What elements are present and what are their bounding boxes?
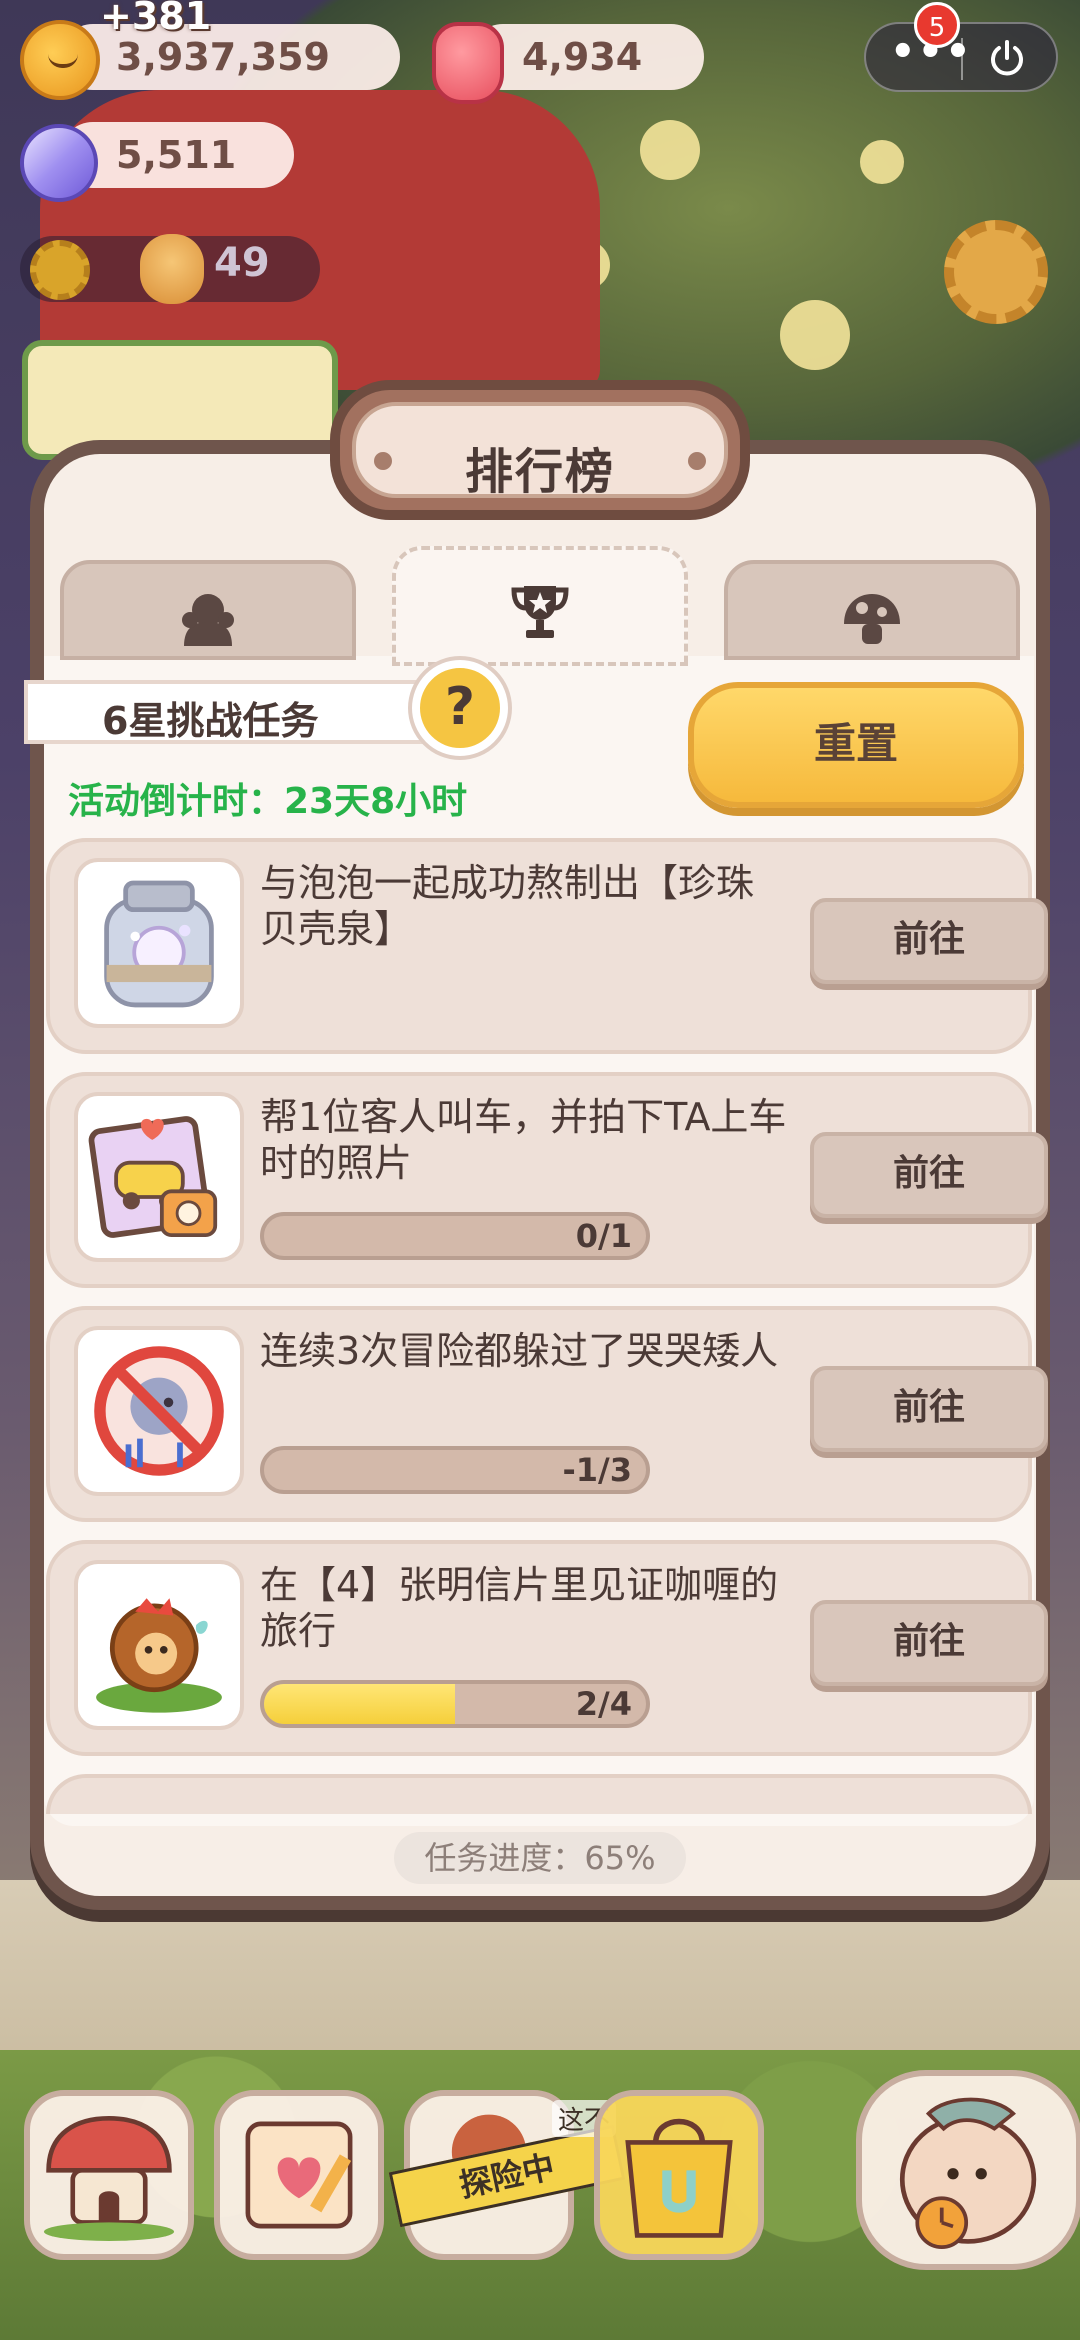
- go-button-label: 前往: [892, 919, 965, 960]
- task-progress-bar: 2/4: [260, 1680, 650, 1728]
- go-button[interactable]: 前往: [810, 898, 1048, 984]
- task-description: 在【4】张明信片里见证咖喱的旅行: [260, 1563, 779, 1653]
- companion-nav-button[interactable]: [856, 2070, 1080, 2270]
- cookie-currency-icon: [20, 20, 100, 100]
- go-button-label: 前往: [892, 1621, 965, 1662]
- gem-count: 5,511: [116, 133, 237, 177]
- task-card-partial: [46, 1774, 1032, 1814]
- notification-badge: 5: [914, 2, 960, 48]
- event-countdown: 活动倒计时：23天8小时: [68, 781, 468, 822]
- fish-clock-companion-icon: [899, 2097, 1037, 2249]
- jelly-currency-icon: [432, 22, 504, 104]
- diary-nav-button[interactable]: [214, 2090, 384, 2260]
- settings-gear-icon[interactable]: [944, 220, 1048, 324]
- task-description: 与泡泡一起成功熬制出【珍珠贝壳泉】: [260, 861, 755, 951]
- curry-cookie-icon: [74, 1560, 244, 1730]
- power-icon[interactable]: [984, 36, 1030, 82]
- pearl-jar-icon: [74, 858, 244, 1028]
- home-nav-button[interactable]: [24, 2090, 194, 2260]
- task-card: 连续3次冒险都躲过了哭哭矮人 -1/3 前往: [46, 1306, 1048, 1522]
- go-button[interactable]: 前往: [810, 1366, 1048, 1452]
- task-progress-bar: -1/3: [260, 1446, 650, 1494]
- tab-mushroom[interactable]: [724, 560, 1020, 660]
- challenge-title-box: 6星挑战任务: [24, 680, 460, 744]
- taxi-photo-icon: [74, 1092, 244, 1262]
- challenge-title: 6星挑战任务: [102, 699, 319, 743]
- helpers-icon: [182, 594, 234, 646]
- task-description: 帮1位客人叫车，并拍下TA上车时的照片: [260, 1095, 787, 1185]
- helper-count: 49: [214, 240, 270, 286]
- sun-icon: [30, 240, 90, 300]
- trophy-icon: [511, 586, 569, 638]
- tab-trophy[interactable]: [392, 546, 688, 666]
- modal-title: 排行榜: [464, 444, 615, 500]
- task-description: 连续3次冒险都躲过了哭哭矮人: [260, 1329, 779, 1373]
- mushroom-house-icon: [43, 2115, 175, 2241]
- task-progress-fill: [264, 1684, 455, 1724]
- task-card: 与泡泡一起成功熬制出【珍珠贝壳泉】 前往: [46, 838, 1048, 1054]
- blossom-flower: [640, 120, 700, 180]
- mini-program-capsule: •••: [864, 22, 1058, 92]
- shop-nav-button[interactable]: [594, 2090, 764, 2260]
- title-plate: 排行榜: [330, 380, 750, 520]
- jelly-count: 4,934: [522, 35, 643, 79]
- help-button[interactable]: ?: [412, 660, 508, 756]
- reset-button[interactable]: 重置: [688, 682, 1024, 808]
- modal-tabs: [44, 546, 1034, 666]
- shopping-bag-icon: [625, 2118, 733, 2238]
- helper-avatar-icon: [140, 234, 204, 304]
- jelly-counter[interactable]: 4,934: [470, 24, 704, 90]
- overall-task-progress: 任务进度：65%: [394, 1832, 686, 1884]
- go-button[interactable]: 前往: [810, 1132, 1048, 1218]
- tab-helpers[interactable]: [60, 560, 356, 660]
- candy-gem-icon: [20, 124, 98, 202]
- task-card: 帮1位客人叫车，并拍下TA上车时的照片 0/1 前往: [46, 1072, 1048, 1288]
- task-card: 在【4】张明信片里见证咖喱的旅行 2/4 前往: [46, 1540, 1048, 1756]
- go-button-label: 前往: [892, 1153, 965, 1194]
- task-progress-text: 0/1: [575, 1217, 632, 1255]
- task-progress-text: -1/3: [562, 1451, 633, 1489]
- question-mark-icon: ?: [444, 677, 476, 737]
- task-progress-text: 2/4: [575, 1685, 632, 1723]
- go-button[interactable]: 前往: [810, 1600, 1048, 1686]
- task-progress-bar: 0/1: [260, 1212, 650, 1260]
- mushroom-icon: [844, 594, 900, 644]
- blossom-flower: [860, 140, 904, 184]
- diary-heart-icon: [245, 2121, 353, 2229]
- blossom-flower: [780, 300, 850, 370]
- reset-label: 重置: [813, 719, 898, 768]
- no-crying-dwarf-icon: [74, 1326, 244, 1496]
- cookie-gain-text: +381: [100, 0, 212, 38]
- go-button-label: 前往: [892, 1387, 965, 1428]
